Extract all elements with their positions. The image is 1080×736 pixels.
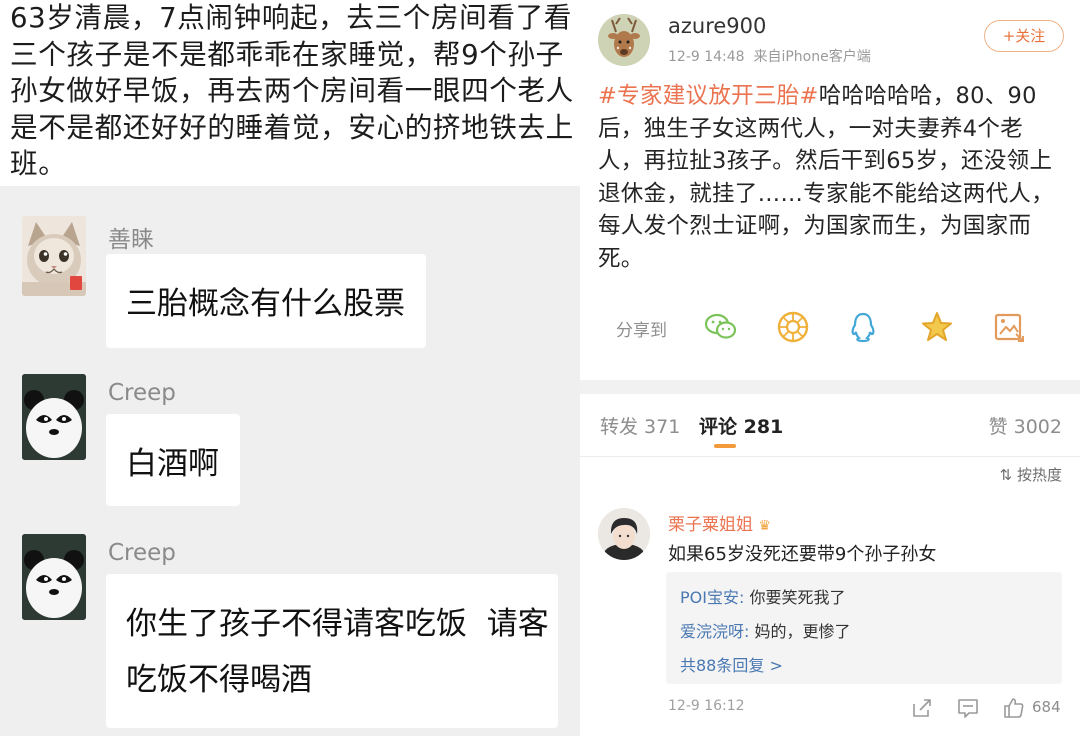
chat-bubble-text: 白酒啊 <box>126 446 219 482</box>
reply-author[interactable]: 爱浣浣呀: <box>680 622 749 641</box>
tab-like[interactable]: 赞 3002 <box>989 412 1062 439</box>
commenter-name-text: 栗子粟姐姐 <box>668 515 753 535</box>
moments-icon[interactable] <box>776 310 810 344</box>
tabs-divider <box>580 456 1080 457</box>
share-label: 分享到 <box>616 321 667 341</box>
comments-section: 转发 371 评论 281 赞 3002 ⇅ 按热度 栗子粟姐姐 ♛ 如果65岁… <box>580 394 1080 736</box>
chat-bubble-text: 三胎概念有什么股票 <box>126 286 405 322</box>
qzone-star-icon[interactable] <box>920 310 954 344</box>
reply-comment-icon[interactable] <box>956 696 980 720</box>
chat-sender-name: 善睐 <box>108 227 154 253</box>
replies-box: POI宝安: 你要笑死我了 爱浣浣呀: 妈的，更惨了 共88条回复 > <box>666 572 1062 684</box>
post-meta: 12-9 14:48 来自iPhone客户端 <box>668 49 871 65</box>
reply-text: 你要笑死我了 <box>744 588 846 607</box>
image-share-icon[interactable] <box>992 310 1026 344</box>
commenter-avatar-icon[interactable] <box>598 508 650 560</box>
post-username[interactable]: azure900 <box>668 14 766 38</box>
post-body-text: 哈哈哈哈哈，80、90后，独生子女这两代人，一对夫妻养4个老人，再拉扯3孩子。然… <box>598 83 1055 272</box>
weibo-post: azure900 12-9 14:48 来自iPhone客户端 +关注 #专家建… <box>580 0 1080 380</box>
story-text-panel: 63岁清晨，7点闹钟响起，去三个房间看了看三个孩子是不是都乖乖在家睡觉，帮9个孙… <box>0 0 580 186</box>
chat-bubble-text: 吃饭不得喝酒 <box>126 662 312 698</box>
comment-like-count: 684 <box>1032 698 1061 716</box>
chat-bubble-text: 你生了孩子不得请客吃饭 请客 <box>126 606 549 642</box>
follow-button[interactable]: +关注 <box>984 20 1064 52</box>
section-divider <box>580 380 1080 394</box>
post-body: #专家建议放开三胎#哈哈哈哈哈，80、90后，独生子女这两代人，一对夫妻养4个老… <box>598 80 1068 275</box>
sort-by-hot-button[interactable]: ⇅ 按热度 <box>1000 464 1062 485</box>
story-text: 63岁清晨，7点闹钟响起，去三个房间看了看三个孩子是不是都乖乖在家睡觉，帮9个孙… <box>10 1 574 180</box>
post-hashtag[interactable]: #专家建议放开三胎# <box>598 83 819 109</box>
wechat-icon[interactable] <box>704 310 738 344</box>
right-weibo-screenshot: azure900 12-9 14:48 来自iPhone客户端 +关注 #专家建… <box>580 0 1080 736</box>
chat-sender-name: Creep <box>108 540 176 566</box>
cat-avatar-icon[interactable] <box>22 216 86 296</box>
panda-avatar-icon[interactable] <box>22 374 86 460</box>
chat-bubble: 你生了孩子不得请客吃饭 请客 吃饭不得喝酒 <box>106 574 558 728</box>
sort-label: 按热度 <box>1016 466 1062 484</box>
comment-time: 12-9 16:12 <box>668 698 745 714</box>
chat-bubble: 白酒啊 <box>106 414 240 506</box>
more-replies-link[interactable]: 共88条回复 > <box>680 652 783 676</box>
left-chat-screenshot: 63岁清晨，7点闹钟响起，去三个房间看了看三个孩子是不是都乖乖在家睡觉，帮9个孙… <box>0 0 580 736</box>
reply-item: POI宝安: 你要笑死我了 <box>680 584 845 608</box>
tab-comment[interactable]: 评论 281 <box>699 412 783 439</box>
reply-author[interactable]: POI宝安: <box>680 588 744 607</box>
repost-icon[interactable] <box>910 696 934 720</box>
sort-icon: ⇅ <box>999 466 1013 484</box>
reply-item: 爱浣浣呀: 妈的，更惨了 <box>680 618 851 642</box>
deer-avatar-icon[interactable] <box>598 14 650 66</box>
chat-bubble: 三胎概念有什么股票 <box>106 254 426 348</box>
comment-text: 如果65岁没死还要带9个孙子孙女 <box>668 544 937 565</box>
chat-sender-name: Creep <box>108 380 176 406</box>
thumbs-up-icon[interactable] <box>1002 696 1026 720</box>
panda-avatar-icon[interactable] <box>22 534 86 620</box>
qq-icon[interactable] <box>846 310 880 344</box>
tab-repost[interactable]: 转发 371 <box>600 412 680 439</box>
vip-crown-icon: ♛ <box>758 518 771 534</box>
active-tab-indicator <box>714 444 736 448</box>
commenter-username[interactable]: 栗子粟姐姐 ♛ <box>668 510 771 535</box>
reply-text: 妈的，更惨了 <box>749 622 851 641</box>
